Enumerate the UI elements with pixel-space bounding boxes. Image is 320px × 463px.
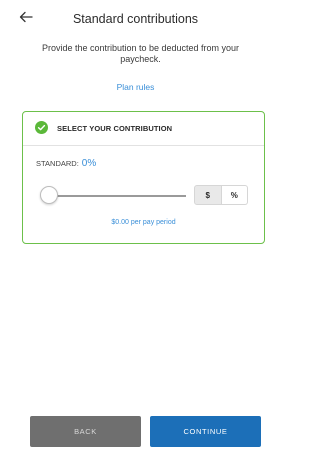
per-pay-period-amount: $0.00 per pay period [111, 219, 176, 226]
plan-rules-link[interactable]: Plan rules [0, 82, 271, 92]
percent-toggle-button[interactable]: % [221, 185, 248, 205]
standard-label: STANDARD: [36, 159, 79, 168]
standard-contributions-screen: Standard contributions Provide the contr… [0, 0, 271, 463]
unit-toggle: $ % [194, 185, 248, 205]
dollar-toggle-button[interactable]: $ [194, 185, 222, 205]
contribution-slider-track[interactable] [51, 195, 186, 197]
check-circle-icon [35, 121, 48, 134]
contribution-slider-handle[interactable] [40, 186, 58, 204]
standard-row: STANDARD: 0% [36, 158, 96, 169]
instructions-text: Provide the contribution to be deducted … [41, 43, 240, 64]
standard-value: 0% [81, 158, 97, 169]
back-button[interactable]: BACK [30, 416, 141, 447]
card-header: SELECT YOUR CONTRIBUTION [23, 112, 264, 146]
header: Standard contributions [0, 0, 271, 38]
card-title: SELECT YOUR CONTRIBUTION [57, 124, 173, 133]
continue-button[interactable]: CONTINUE [150, 416, 261, 447]
page-title: Standard contributions [72, 12, 199, 26]
bottom-action-bar: BACK CONTINUE [0, 406, 271, 447]
contribution-card: SELECT YOUR CONTRIBUTION STANDARD: 0% $ %… [22, 111, 265, 244]
